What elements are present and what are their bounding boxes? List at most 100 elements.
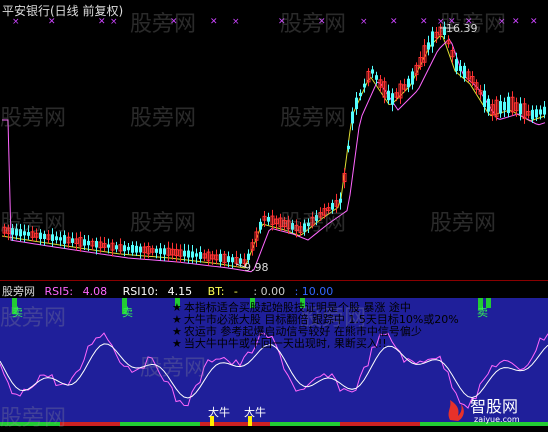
signal-strip — [60, 422, 120, 426]
candle — [227, 256, 230, 263]
candle — [531, 109, 534, 120]
candle — [507, 96, 510, 114]
signal-marker: ✕ — [390, 17, 398, 27]
candle — [163, 248, 166, 255]
candle — [19, 229, 22, 237]
signal-strip — [340, 422, 420, 426]
signal-marker: × — [232, 17, 240, 27]
candle — [199, 252, 202, 259]
candle — [411, 71, 414, 85]
bt-readout: BT: - — [207, 285, 238, 298]
candle — [187, 250, 190, 258]
candle — [331, 202, 334, 210]
svg-text:智股网: 智股网 — [470, 397, 518, 416]
candle — [15, 228, 18, 236]
signal-marker: ✕ — [278, 17, 286, 27]
candle — [539, 109, 542, 115]
signal-marker: ✕ — [318, 17, 326, 27]
chart-title: 平安银行(日线 前复权) — [2, 4, 124, 18]
candle — [55, 236, 58, 241]
candle — [115, 245, 118, 250]
bull-signal-label: 大牛 — [208, 406, 230, 419]
candle — [431, 31, 434, 47]
signal-marker: ✕ — [530, 17, 538, 27]
panel-divider — [0, 280, 548, 281]
candle — [351, 111, 354, 124]
signal-marker: ✕ — [170, 17, 178, 27]
candle — [63, 235, 66, 244]
candle — [87, 240, 90, 246]
price-high-label: 16.39 — [446, 22, 478, 35]
bull-signal-label: 大牛 — [244, 406, 266, 419]
candle — [139, 246, 142, 253]
signal-marker: ✕ — [512, 17, 520, 27]
svg-text:zaiyue.com: zaiyue.com — [474, 415, 520, 424]
candle — [499, 101, 502, 114]
candle — [59, 237, 62, 241]
site-logo: 智股网 zaiyue.com — [444, 394, 544, 424]
signal-marker: × — [498, 17, 506, 27]
rsi10-readout: RSI10: 4.15 — [122, 285, 193, 298]
candle — [459, 66, 462, 71]
candle — [191, 251, 194, 258]
candle — [363, 83, 366, 88]
rsi5-readout: RSI5: 4.08 — [44, 285, 108, 298]
candle — [43, 233, 46, 240]
candle — [307, 222, 310, 227]
signal-marker: × — [360, 17, 368, 27]
candle — [375, 75, 378, 80]
candle — [391, 93, 394, 105]
candle — [107, 244, 110, 248]
signal-strip — [0, 422, 60, 426]
candle — [303, 223, 306, 232]
signal-marker: ✕ — [420, 17, 428, 27]
candle — [131, 245, 134, 253]
candle — [195, 253, 198, 257]
candle — [127, 246, 130, 251]
signal-marker: × — [437, 17, 445, 27]
candle — [339, 198, 342, 203]
candle — [27, 232, 30, 236]
indicator-header: 股旁网 RSI5: 4.08 RSI10: 4.15 BT: - : 0.00 … — [2, 283, 339, 299]
candle — [371, 69, 374, 74]
candle — [39, 232, 42, 239]
candle — [155, 248, 158, 253]
value-a-readout: : 0.00 — [253, 285, 286, 298]
candle — [135, 245, 138, 253]
candle — [219, 253, 222, 262]
candle — [455, 59, 458, 71]
candle — [71, 238, 74, 243]
candle — [23, 231, 26, 236]
logo-flame-icon — [448, 400, 464, 421]
candle — [95, 240, 98, 248]
sell-signal-label: 卖 — [12, 306, 23, 319]
sell-signal-label: 卖 — [122, 306, 133, 319]
value-b-readout: : 10.00 — [294, 285, 334, 298]
candle — [355, 97, 358, 110]
signal-marker: ✕ — [210, 17, 218, 27]
sell-signal-label: 卖 — [477, 306, 488, 319]
signal-strip — [270, 422, 340, 426]
candle — [519, 103, 522, 115]
candle — [315, 215, 318, 221]
candle — [487, 98, 490, 112]
candle — [11, 228, 14, 235]
candle — [463, 65, 466, 79]
candle — [183, 250, 186, 257]
candle — [543, 106, 546, 115]
candle — [247, 253, 250, 260]
candle — [535, 109, 538, 118]
candle — [51, 234, 54, 241]
candle — [387, 90, 390, 101]
candle — [231, 257, 234, 263]
indicator-source: 股旁网 — [2, 285, 35, 298]
candle — [159, 248, 162, 254]
candle — [259, 221, 262, 230]
candlestick-chart: × ✕ ✕ × ✕ ✕ × ✕ ✕ × ✕ ✕ × ✕ ✕ × ✕ ✕ — [1, 17, 546, 273]
candle — [83, 239, 86, 246]
candle — [291, 223, 294, 230]
candle — [503, 101, 506, 111]
candle — [239, 258, 242, 264]
price-low-label: 9.98 — [244, 261, 269, 274]
candle — [359, 92, 362, 97]
